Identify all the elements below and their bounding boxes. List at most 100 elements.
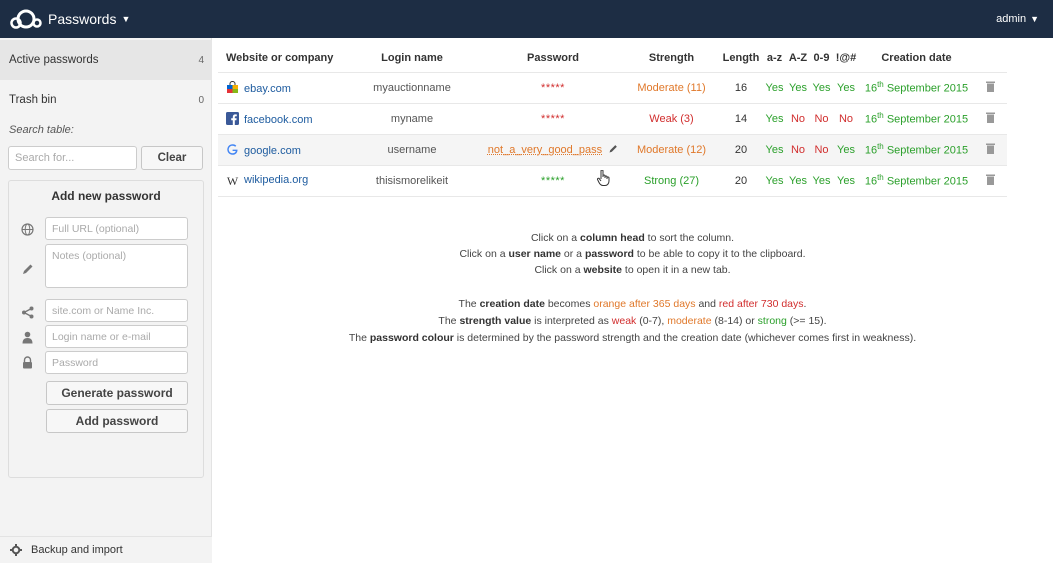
table-row: google.com username not_a_very_good_pass… <box>218 133 1007 165</box>
info-red-text: weak <box>611 315 637 327</box>
info-text: Click on a <box>459 248 509 260</box>
creation-date: 16th September 2015 <box>859 133 974 165</box>
strength-value: Moderate (11) <box>624 71 719 103</box>
add-password-title: Add new password <box>51 189 161 203</box>
sidebar-item-trash-bin[interactable]: Trash bin 0 <box>0 80 212 120</box>
column-head-website[interactable]: Website or company <box>218 44 342 72</box>
length-value: 20 <box>719 164 763 197</box>
column-head-password[interactable]: Password <box>482 44 624 72</box>
column-head-strength[interactable]: Strength <box>624 44 719 72</box>
caret-down-icon: ▼ <box>121 14 131 24</box>
column-head-uppercase[interactable]: A-Z <box>786 44 810 72</box>
strength-value: Weak (3) <box>624 102 719 134</box>
notes-field[interactable] <box>45 244 188 288</box>
column-head-lowercase[interactable]: a-z <box>763 44 786 72</box>
info-emphasis: strength value <box>459 315 532 327</box>
trash-icon[interactable] <box>974 164 1007 197</box>
numbers-flag: Yes <box>810 71 833 103</box>
info-text: Click on a <box>530 232 580 244</box>
info-text: to be able to copy it to the clipboard. <box>633 248 806 260</box>
sidebar-item-active-passwords[interactable]: Active passwords 4 <box>0 40 212 80</box>
date-day-suffix: th <box>877 173 884 183</box>
column-head-length[interactable]: Length <box>719 44 763 72</box>
info-orange-text: moderate <box>667 315 712 327</box>
date-day-suffix: th <box>877 111 884 121</box>
website-link[interactable]: google.com <box>218 133 342 165</box>
wikipedia-icon: W <box>226 173 239 188</box>
info-text: . <box>803 298 807 310</box>
website-name: facebook.com <box>244 113 313 126</box>
website-name: wikipedia.org <box>244 173 309 186</box>
cloud-logo-icon[interactable] <box>9 6 43 32</box>
website-name: ebay.com <box>244 82 291 95</box>
symbols-flag: Yes <box>833 71 859 103</box>
ebay-icon <box>226 80 239 94</box>
app-title: Passwords <box>48 11 117 27</box>
pencil-icon[interactable] <box>608 144 618 154</box>
info-text: to sort the column. <box>644 232 735 244</box>
column-head-creation-date[interactable]: Creation date <box>859 44 974 72</box>
trash-icon[interactable] <box>974 102 1007 134</box>
date-month-year: September 2015 <box>886 144 969 157</box>
pencil-icon <box>19 261 35 277</box>
backup-import-link[interactable]: Backup and import <box>0 536 212 563</box>
login-name[interactable]: thisismorelikeit <box>342 164 482 197</box>
numbers-flag: Yes <box>810 164 833 197</box>
lowercase-flag: Yes <box>763 164 786 197</box>
date-month-year: September 2015 <box>886 82 969 95</box>
search-label: Search table: <box>9 124 74 136</box>
add-password-button[interactable]: Add password <box>46 409 188 433</box>
date-day-suffix: th <box>877 142 884 152</box>
info-emphasis: password <box>584 248 634 260</box>
symbols-flag: Yes <box>833 133 859 165</box>
clear-button[interactable]: Clear <box>141 146 203 170</box>
website-link[interactable]: facebook.com <box>218 102 342 134</box>
search-input[interactable] <box>8 146 137 170</box>
date-month-year: September 2015 <box>886 175 969 188</box>
password-value[interactable]: not_a_very_good_pass <box>482 133 624 165</box>
table-row: ebay.com myauctionname ***** Moderate (1… <box>218 71 1007 103</box>
info-line-colour: The password colour is determined by the… <box>212 332 1053 344</box>
lowercase-flag: Yes <box>763 71 786 103</box>
trash-icon[interactable] <box>974 71 1007 103</box>
info-text: The <box>438 315 460 327</box>
uppercase-flag: No <box>786 102 810 134</box>
date-day: 16 <box>864 175 878 188</box>
login-field[interactable] <box>45 325 188 348</box>
top-bar: Passwords ▼ admin ▼ <box>0 0 1053 38</box>
url-field[interactable] <box>45 217 188 240</box>
strength-value: Moderate (12) <box>624 133 719 165</box>
share-icon <box>19 304 35 320</box>
table-row: Wwikipedia.org thisismorelikeit ***** St… <box>218 164 1007 197</box>
trash-icon[interactable] <box>974 133 1007 165</box>
info-text: is determined by the password strength a… <box>453 332 917 344</box>
info-text: or a <box>561 248 585 260</box>
numbers-flag: No <box>810 133 833 165</box>
creation-date: 16th September 2015 <box>859 71 974 103</box>
site-field[interactable] <box>45 299 188 322</box>
date-day: 16 <box>864 113 878 126</box>
backup-import-label: Backup and import <box>31 544 123 556</box>
password-field[interactable] <box>45 351 188 374</box>
info-red-text: red after 730 days <box>718 298 804 310</box>
password-value[interactable]: ***** <box>482 71 624 103</box>
uppercase-flag: Yes <box>786 164 810 197</box>
caret-down-icon: ▼ <box>1030 14 1039 24</box>
user-menu[interactable]: admin ▼ <box>996 13 1039 25</box>
info-text: and <box>695 298 719 310</box>
app-menu[interactable]: Passwords ▼ <box>48 11 130 27</box>
website-link[interactable]: Wwikipedia.org <box>218 164 342 197</box>
google-icon <box>226 143 239 156</box>
password-value[interactable]: ***** <box>482 102 624 134</box>
column-head-symbols[interactable]: !@# <box>833 44 859 72</box>
website-link[interactable]: ebay.com <box>218 71 342 103</box>
column-head-numbers[interactable]: 0-9 <box>810 44 833 72</box>
column-head-login[interactable]: Login name <box>342 44 482 72</box>
date-day-suffix: th <box>877 80 884 90</box>
login-name[interactable]: username <box>342 133 482 165</box>
info-line-sort: Click on a column head to sort the colum… <box>212 232 1053 244</box>
generate-password-button[interactable]: Generate password <box>46 381 188 405</box>
date-day: 16 <box>864 144 878 157</box>
login-name[interactable]: myauctionname <box>342 71 482 103</box>
login-name[interactable]: myname <box>342 102 482 134</box>
